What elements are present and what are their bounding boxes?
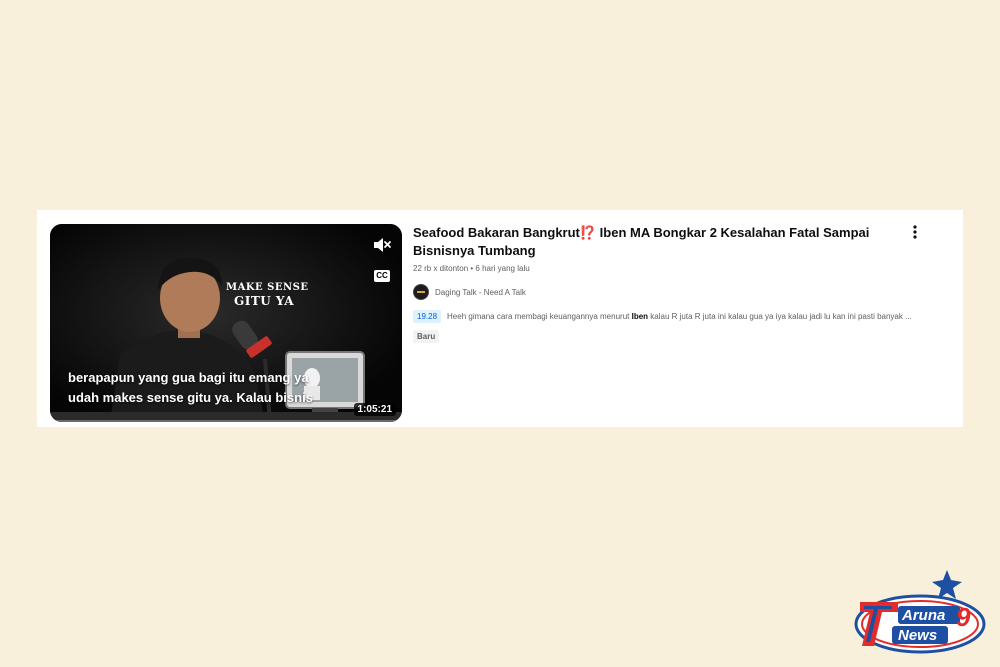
video-title[interactable]: Seafood Bakaran Bangkrut⁉️ Iben MA Bongk… bbox=[413, 224, 893, 260]
transcript-snippet: 19.28 Heeh gimana cara membagi keuangann… bbox=[413, 310, 933, 323]
more-actions-button[interactable] bbox=[907, 224, 923, 240]
new-badge: Baru bbox=[413, 330, 440, 343]
muted-speaker-icon bbox=[374, 238, 391, 252]
video-result-card[interactable]: MAKE SENSE GITU YA CC berapapun yang gua… bbox=[37, 210, 963, 427]
video-metadata: 22 rb x ditonton • 6 hari yang lalu bbox=[413, 264, 933, 273]
svg-text:9: 9 bbox=[956, 602, 971, 632]
snippet-highlight: Iben bbox=[631, 312, 649, 321]
video-info: Seafood Bakaran Bangkrut⁉️ Iben MA Bongk… bbox=[413, 224, 933, 344]
snippet-text-after: kalau R juta R juta ini kalau gua ya iya… bbox=[648, 312, 912, 321]
channel-avatar[interactable] bbox=[413, 284, 429, 300]
duration-badge: 1:05:21 bbox=[353, 403, 396, 416]
playback-progress-bar[interactable] bbox=[50, 420, 402, 422]
video-thumbnail[interactable]: MAKE SENSE GITU YA CC berapapun yang gua… bbox=[50, 224, 402, 422]
snippet-text: Heeh gimana cara membagi keuangannya men… bbox=[447, 312, 912, 321]
mute-button[interactable] bbox=[372, 236, 392, 254]
caption-overlay: berapapun yang gua bagi itu emang ya uda… bbox=[68, 368, 318, 408]
upload-age: 6 hari yang lalu bbox=[475, 264, 530, 273]
caption-line: udah makes sense gitu ya. Kalau bisnis bbox=[68, 390, 313, 405]
closed-captions-button[interactable]: CC bbox=[374, 270, 390, 282]
aruna-news-logo: Aruna News 9 bbox=[852, 566, 987, 656]
snippet-text-before: Heeh gimana cara membagi keuangannya men… bbox=[447, 312, 632, 321]
caption-line: berapapun yang gua bagi itu emang ya bbox=[68, 370, 309, 385]
svg-text:Aruna: Aruna bbox=[901, 607, 945, 624]
aruna-news-logo-graphic: Aruna News 9 bbox=[854, 570, 986, 654]
channel-row[interactable]: Daging Talk - Need A Talk bbox=[413, 284, 933, 300]
vertical-dots-icon bbox=[913, 225, 917, 239]
view-count: 22 rb x ditonton bbox=[413, 264, 469, 273]
chapter-timestamp[interactable]: 19.28 bbox=[413, 310, 442, 323]
overlay-text-make-sense: MAKE SENSE bbox=[226, 282, 309, 293]
svg-text:News: News bbox=[898, 627, 937, 644]
channel-name[interactable]: Daging Talk - Need A Talk bbox=[435, 288, 526, 297]
overlay-text-gitu-ya: GITU YA bbox=[234, 294, 295, 308]
